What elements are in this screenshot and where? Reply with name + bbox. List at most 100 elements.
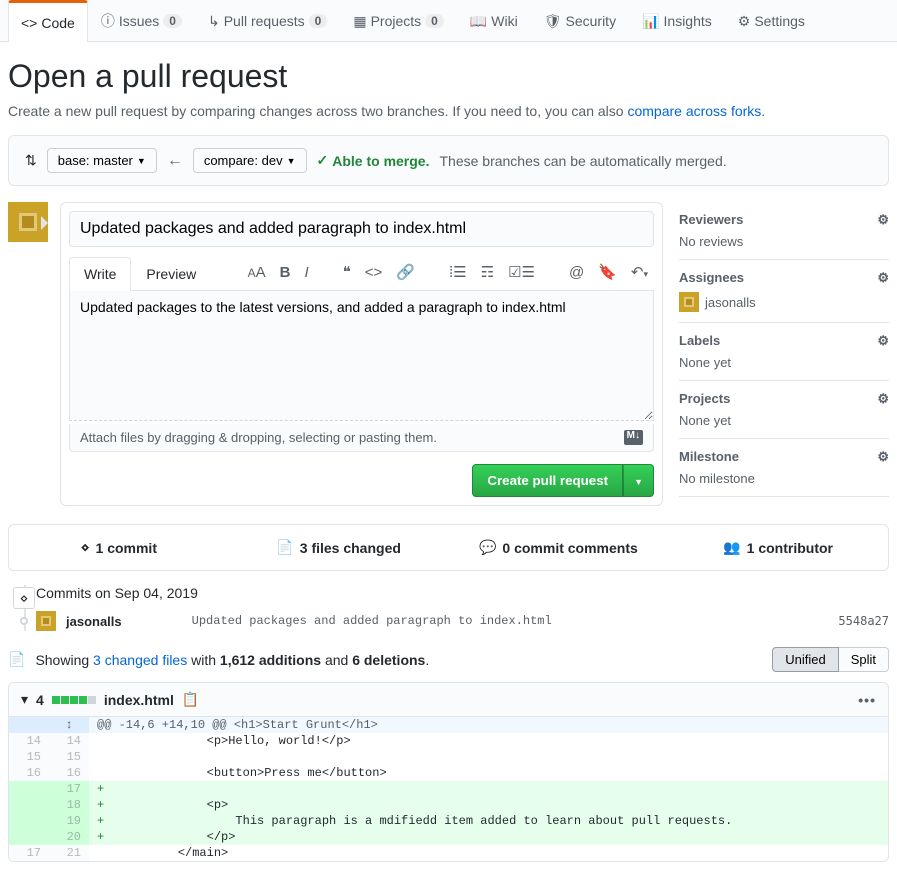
user-avatar bbox=[8, 202, 48, 242]
pr-title-input[interactable] bbox=[69, 211, 654, 247]
compare-forks-link[interactable]: compare across forks bbox=[627, 103, 761, 119]
new-line-number: 14 bbox=[49, 733, 89, 749]
chevron-down-icon[interactable]: ▾ bbox=[21, 691, 28, 708]
additions-count: 1,612 additions bbox=[220, 652, 321, 668]
check-icon: ✓ bbox=[317, 152, 329, 169]
issue-icon: ⓘ bbox=[101, 11, 115, 31]
gear-icon[interactable]: ⚙ bbox=[877, 449, 889, 465]
book-icon: 📖 bbox=[470, 13, 487, 30]
file-icon: 📄 bbox=[276, 539, 293, 556]
diff-sign: + bbox=[89, 813, 112, 829]
assignees-body: jasonalls bbox=[679, 292, 889, 312]
diff-line: 1616 <button>Press me</button> bbox=[9, 765, 888, 781]
project-icon: ▦ bbox=[353, 13, 366, 30]
commit-message[interactable]: Updated packages and added paragraph to … bbox=[192, 614, 829, 628]
tab-insights[interactable]: 📊 Insights bbox=[629, 0, 725, 41]
diff-line: 18+ <p> bbox=[9, 797, 888, 813]
assignee-avatar bbox=[679, 292, 699, 312]
code-content: <button>Press me</button> bbox=[112, 765, 888, 781]
hunk-header: ↕ @@ -14,6 +14,10 @@ <h1>Start Grunt</h1… bbox=[9, 717, 888, 733]
commit-author[interactable]: jasonalls bbox=[66, 614, 122, 629]
stat-files[interactable]: 📄3 files changed bbox=[229, 525, 449, 570]
tab-security-label: Security bbox=[566, 13, 617, 29]
diff-summary: 📄 Showing 3 changed files with 1,612 add… bbox=[8, 647, 889, 672]
pr-body-textarea[interactable] bbox=[69, 291, 654, 421]
projects-body: None yet bbox=[679, 413, 889, 428]
unified-view-button[interactable]: Unified bbox=[772, 647, 838, 672]
preview-tab[interactable]: Preview bbox=[131, 257, 211, 290]
file-name[interactable]: index.html bbox=[104, 692, 174, 708]
tab-pulls-label: Pull requests bbox=[224, 13, 305, 29]
stat-comments[interactable]: 💬0 commit comments bbox=[449, 525, 669, 570]
tab-settings[interactable]: ⚙ Settings bbox=[725, 0, 818, 41]
commit-sha[interactable]: 5548a27 bbox=[838, 614, 889, 628]
heading-icon[interactable]: AA bbox=[248, 264, 266, 281]
gear-icon[interactable]: ⚙ bbox=[877, 212, 889, 228]
commit-group-icon: ⋄ bbox=[13, 587, 35, 609]
graph-icon: 📊 bbox=[642, 13, 659, 30]
code-content: </main> bbox=[112, 845, 888, 861]
code-content bbox=[112, 749, 888, 765]
editor-tabs: Write Preview AA B I ❝ <> 🔗 ⁞☰ ☶ ☑☰ bbox=[69, 257, 654, 291]
tab-code-label: Code bbox=[41, 15, 74, 31]
code-icon[interactable]: <> bbox=[365, 264, 383, 281]
shield-icon: 🛡 bbox=[544, 13, 562, 30]
code-content: This paragraph is a mdifiedd item added … bbox=[112, 813, 888, 829]
create-pr-dropdown[interactable]: ▼ bbox=[623, 464, 654, 497]
bold-icon[interactable]: B bbox=[280, 264, 291, 281]
milestone-body: No milestone bbox=[679, 471, 889, 486]
stat-commits[interactable]: ⋄1 commit bbox=[9, 525, 229, 570]
file-options-icon[interactable]: ••• bbox=[858, 692, 876, 708]
assignee-name[interactable]: jasonalls bbox=[705, 295, 756, 310]
markdown-icon[interactable]: M↓ bbox=[624, 430, 643, 445]
page-title: Open a pull request bbox=[8, 58, 889, 95]
gear-icon[interactable]: ⚙ bbox=[877, 333, 889, 349]
attach-hint[interactable]: Attach files by dragging & dropping, sel… bbox=[69, 424, 654, 452]
link-icon[interactable]: 🔗 bbox=[396, 263, 415, 281]
reviewers-block: Reviewers⚙ No reviews bbox=[679, 202, 889, 260]
file-diff-icon: 📄 bbox=[8, 651, 25, 668]
gear-icon[interactable]: ⚙ bbox=[877, 391, 889, 407]
number-list-icon[interactable]: ☶ bbox=[481, 263, 494, 281]
tab-security[interactable]: 🛡 Security bbox=[531, 0, 629, 41]
diff-sign: + bbox=[89, 781, 112, 797]
reply-icon[interactable]: ↶▾ bbox=[631, 263, 648, 281]
tab-projects[interactable]: ▦ Projects 0 bbox=[340, 0, 457, 41]
mention-icon[interactable]: @ bbox=[569, 264, 584, 281]
bullet-list-icon[interactable]: ⁞☰ bbox=[449, 263, 467, 281]
bookmark-icon[interactable]: 🔖 bbox=[598, 263, 617, 281]
expand-icon[interactable]: ↕ bbox=[49, 717, 89, 733]
gear-icon[interactable]: ⚙ bbox=[877, 270, 889, 286]
stat-contributors[interactable]: 👥1 contributor bbox=[668, 525, 888, 570]
tab-issues[interactable]: ⓘ Issues 0 bbox=[88, 0, 195, 41]
write-tab[interactable]: Write bbox=[69, 257, 131, 291]
milestone-block: Milestone⚙ No milestone bbox=[679, 439, 889, 497]
compare-bar: ⇅ base: master ▼ ← compare: dev ▼ ✓Able … bbox=[8, 135, 889, 186]
diff-file: ▾ 4 index.html 📋 ••• ↕ @@ -14,6 +14,10 @… bbox=[8, 682, 889, 862]
new-line-number: 17 bbox=[49, 781, 89, 797]
old-line-number bbox=[9, 829, 49, 845]
copy-path-icon[interactable]: 📋 bbox=[182, 691, 199, 708]
tab-wiki[interactable]: 📖 Wiki bbox=[457, 0, 531, 41]
diff-sign bbox=[89, 765, 112, 781]
new-line-number: 18 bbox=[49, 797, 89, 813]
base-branch-selector[interactable]: base: master ▼ bbox=[47, 148, 157, 173]
quote-icon[interactable]: ❝ bbox=[343, 263, 351, 281]
gear-icon: ⚙ bbox=[738, 13, 751, 30]
diff-line: 1414 <p>Hello, world!</p> bbox=[9, 733, 888, 749]
old-line-number: 15 bbox=[9, 749, 49, 765]
create-pr-button[interactable]: Create pull request bbox=[472, 464, 623, 497]
compare-branch-selector[interactable]: compare: dev ▼ bbox=[193, 148, 307, 173]
tab-code[interactable]: <> Code bbox=[8, 0, 88, 42]
old-line-number: 17 bbox=[9, 845, 49, 861]
changed-files-link[interactable]: 3 changed files bbox=[93, 652, 187, 668]
sidebar: Reviewers⚙ No reviews Assignees⚙ jasonal… bbox=[679, 202, 889, 506]
task-list-icon[interactable]: ☑☰ bbox=[508, 263, 535, 281]
diff-sign bbox=[89, 845, 112, 861]
split-view-button[interactable]: Split bbox=[839, 647, 889, 672]
tab-pulls[interactable]: ↳ Pull requests 0 bbox=[195, 0, 340, 41]
diff-line: 17+ bbox=[9, 781, 888, 797]
italic-icon[interactable]: I bbox=[305, 264, 309, 281]
tab-projects-label: Projects bbox=[371, 13, 422, 29]
page-subtitle: Create a new pull request by comparing c… bbox=[8, 103, 889, 119]
